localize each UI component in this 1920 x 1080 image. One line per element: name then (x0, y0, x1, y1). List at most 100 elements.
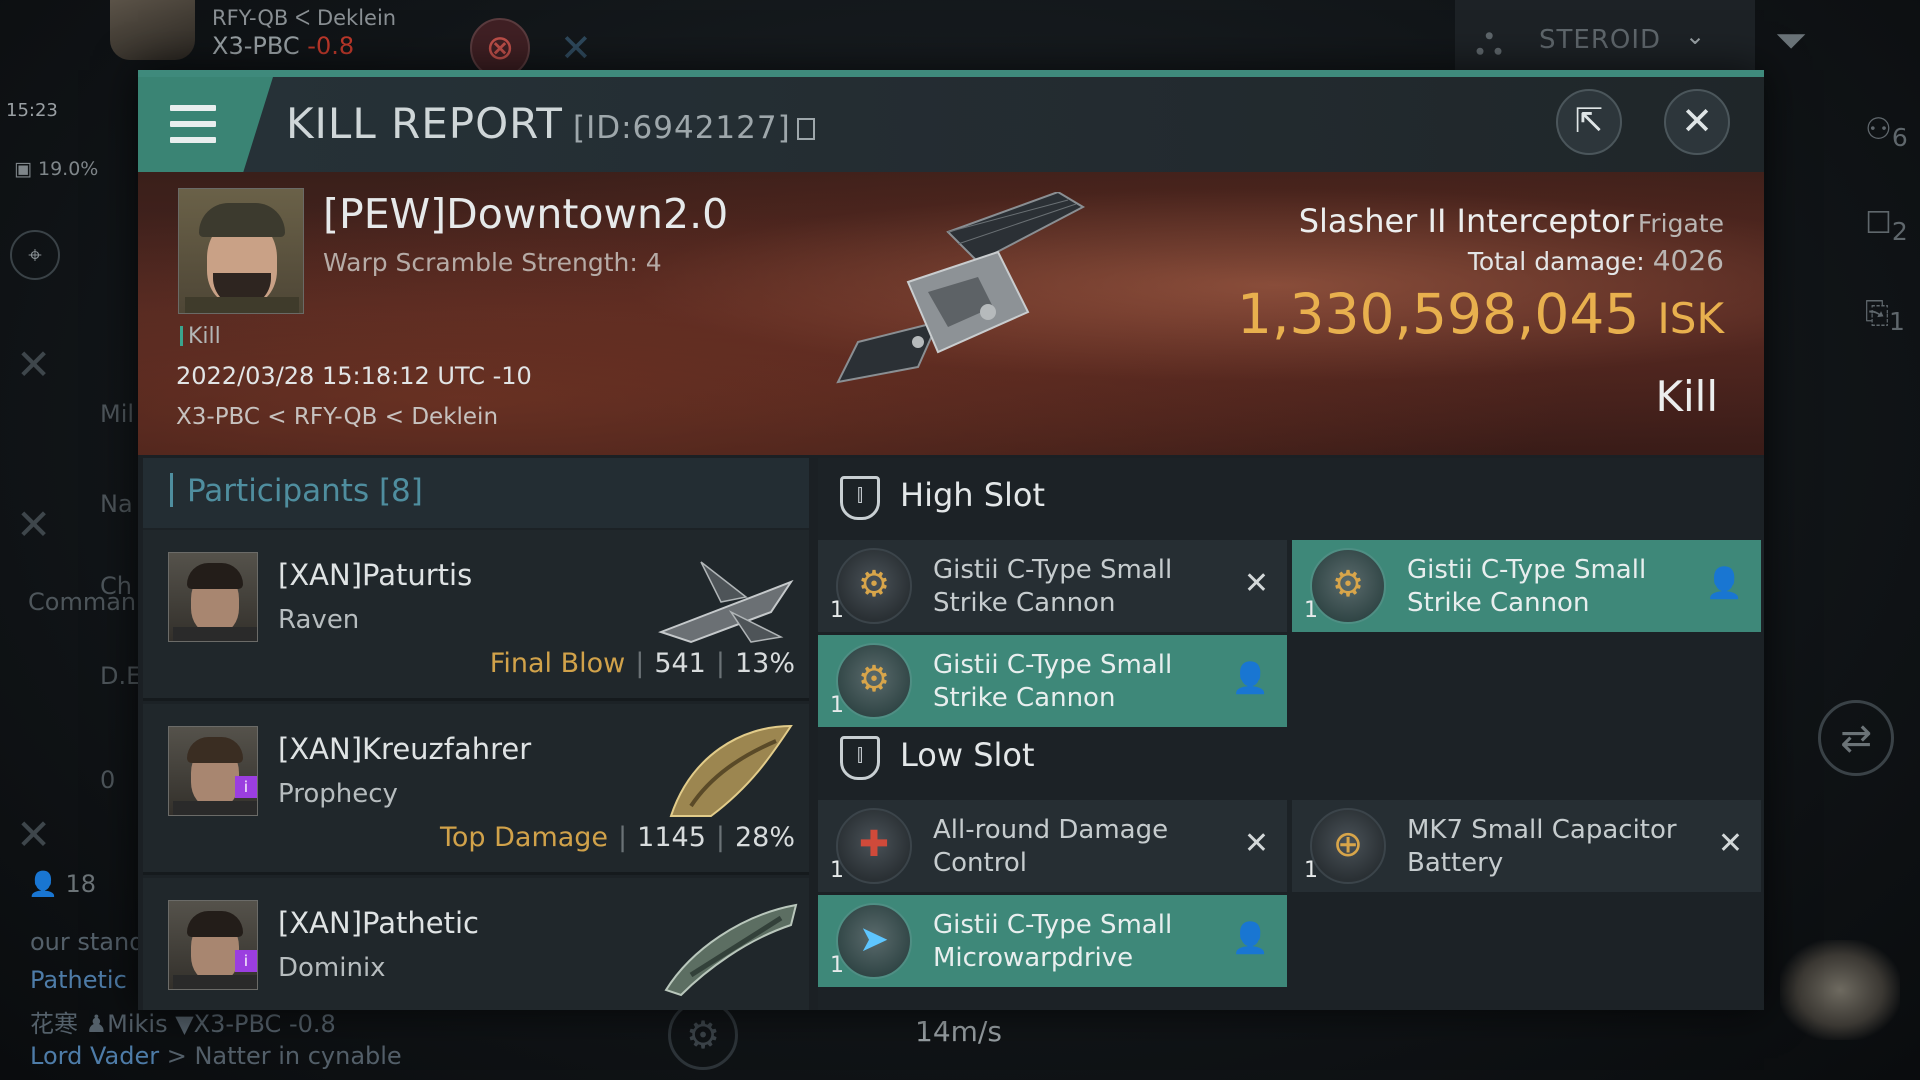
side-label: 0 (100, 766, 116, 794)
module-name: MK7 Small Capacitor Battery (1407, 815, 1677, 878)
high-slot-header: ⫿ High Slot (818, 458, 1764, 538)
kill-result: Kill (1655, 372, 1718, 421)
chat-line: Pathetic (30, 966, 127, 994)
module-qty: 1 (1304, 598, 1318, 623)
close-icon: ✕ (1681, 99, 1713, 143)
avatar[interactable] (168, 552, 258, 642)
ship-image[interactable] (798, 192, 1098, 412)
shield-icon: ⫿ (840, 476, 880, 520)
module-qty: 1 (1304, 858, 1318, 883)
kill-location[interactable]: X3-PBC < RFY-QB < Deklein (176, 404, 498, 430)
info-badge-icon: i (235, 776, 257, 798)
filter-funnel-icon[interactable]: ⏷ (1775, 18, 1807, 64)
dropped-person-icon: 👤 (1705, 566, 1743, 601)
chat-count-icon[interactable]: ☐2 (1865, 206, 1908, 246)
module-name: Gistii C-Type Small Microwarpdrive (933, 910, 1173, 973)
local-users-count[interactable]: 👤 18 (28, 870, 96, 898)
side-label: Comman (28, 588, 137, 616)
battery-icon: ⊕ (1310, 808, 1386, 884)
copy-icon[interactable] (796, 118, 815, 140)
close-icon: ✕ (16, 500, 52, 549)
slot-title: High Slot (900, 476, 1046, 514)
slot-title: Low Slot (900, 736, 1035, 774)
victim-portrait[interactable] (178, 188, 304, 314)
current-system: X3-PBC -0.8 (212, 32, 355, 60)
participant-ship-image (664, 903, 798, 997)
participant-name: [XAN]Paturtis (278, 558, 473, 592)
participant-ship: Prophecy (278, 779, 398, 809)
kill-type-tag: Kill (180, 324, 221, 349)
dropped-person-icon: 👤 (1231, 921, 1269, 956)
microwarpdrive-icon: ➤ (836, 903, 912, 979)
low-slot-header: ⫿ Low Slot (818, 718, 1764, 798)
side-label: D.E (100, 662, 142, 690)
menu-button[interactable] (138, 77, 273, 172)
share-export-button[interactable]: ⇱ (1556, 89, 1622, 155)
participants-header[interactable]: Participants [8] (143, 458, 809, 528)
module-item[interactable]: ✚ 1 All-round Damage Control ✕ (818, 800, 1287, 892)
location-breadcrumb[interactable]: RFY-QB ᐸ Deklein X3-PBC -0.8 (212, 6, 396, 60)
ship-name[interactable]: Slasher II Interceptor Frigate (1299, 202, 1724, 240)
avatar[interactable] (168, 726, 258, 816)
module-qty: 1 (830, 953, 844, 978)
participant-name: [XAN]Kreuzfahrer (278, 732, 532, 766)
target-cancel-icon[interactable]: ⊗ (470, 18, 530, 78)
module-name: Gistii C-Type Small Strike Cannon (1407, 555, 1647, 618)
cannon-icon: ⚙ (836, 643, 912, 719)
participant-row[interactable]: [XAN]Paturtis Raven Final Blow | 541 | 13% (143, 530, 809, 701)
module-name: Gistii C-Type Small Strike Cannon (933, 650, 1173, 713)
destroyed-x-icon: ✕ (1717, 826, 1743, 861)
location-path: RFY-QB ᐸ Deklein (212, 6, 397, 30)
isk-value: 1,330,598,045 ISK (1237, 282, 1724, 346)
avatar[interactable] (168, 900, 258, 990)
mail-count-icon[interactable]: ⎘1 (1865, 296, 1905, 336)
participant-ship: Dominix (278, 953, 386, 983)
module-item[interactable]: ⚙ 1 Gistii C-Type Small Strike Cannon 👤 (818, 635, 1287, 727)
side-label: Mil (100, 400, 135, 428)
hamburger-icon (170, 121, 216, 127)
location-pin-icon[interactable]: ⌖ (10, 230, 60, 280)
title-bar: KILL REPORT [ID:6942127] ⇱ ✕ (138, 77, 1764, 172)
participant-stats: Final Blow | 541 | 13% (489, 648, 795, 679)
player-portrait[interactable] (110, 0, 195, 60)
participant-ship-image (658, 561, 794, 644)
destroyed-x-icon: ✕ (1243, 566, 1269, 601)
participant-row[interactable]: i [XAN]Pathetic Dominix (143, 878, 809, 1010)
cannon-icon: ⚙ (1310, 548, 1386, 624)
kill-datetime: 2022/03/28 15:18:12 UTC -10 (176, 362, 532, 390)
victim-name[interactable]: [PEW]Downtown2.0 (323, 190, 728, 238)
total-damage: Total damage: 4026 (1467, 244, 1724, 277)
participant-row[interactable]: i [XAN]Kreuzfahrer Prophecy Top Damage | 1… (143, 704, 809, 875)
chevron-down-icon: ⌄ (1685, 22, 1706, 50)
close-button[interactable]: ✕ (1664, 89, 1730, 155)
module-name: All-round Damage Control (933, 815, 1169, 878)
accent-line (138, 70, 1764, 77)
module-name: Gistii C-Type Small Strike Cannon (933, 555, 1173, 618)
participant-stats: Top Damage | 1145 | 28% (439, 822, 795, 853)
ship-thumbnail[interactable] (1780, 940, 1900, 1040)
clock: 15:23 (6, 100, 58, 121)
hamburger-icon (170, 105, 216, 111)
module-qty: 1 (830, 598, 844, 623)
module-item[interactable]: ⚙ 1 Gistii C-Type Small Strike Cannon 👤 (1292, 540, 1761, 632)
chat-line: our stand (30, 928, 145, 956)
dialog-title: KILL REPORT [ID:6942127] (286, 99, 815, 148)
module-item[interactable]: ⊕ 1 MK7 Small Capacitor Battery ✕ (1292, 800, 1761, 892)
settings-gear-icon[interactable]: ⚙ (668, 1000, 738, 1070)
ship-speed: 14m/s (915, 1015, 1002, 1048)
info-badge-icon: i (235, 950, 257, 972)
hamburger-icon (170, 137, 216, 143)
participant-name: [XAN]Pathetic (278, 906, 479, 940)
fleet-count-icon[interactable]: ⚇6 (1865, 112, 1908, 152)
damage-control-icon: ✚ (836, 808, 912, 884)
cargo-indicator[interactable]: ▣ 19.0% (14, 158, 98, 180)
chat-line: Lord Vader > Natter in cynable (30, 1042, 402, 1070)
crossed-swords-icon[interactable]: ✕ (560, 18, 610, 78)
victim-banner: [PEW]Downtown2.0 Warp Scramble Strength:… (138, 172, 1764, 455)
participants-panel: Participants [8] [XAN]Paturtis Raven Fin… (143, 458, 809, 1010)
swap-arrows-icon[interactable]: ⇄ (1818, 700, 1894, 776)
overview-tree-icon: ⛬ (1475, 18, 1503, 64)
module-item[interactable]: ➤ 1 Gistii C-Type Small Microwarpdrive 👤 (818, 895, 1287, 987)
side-label: Na (100, 490, 133, 518)
module-item[interactable]: ⚙ 1 Gistii C-Type Small Strike Cannon ✕ (818, 540, 1287, 632)
